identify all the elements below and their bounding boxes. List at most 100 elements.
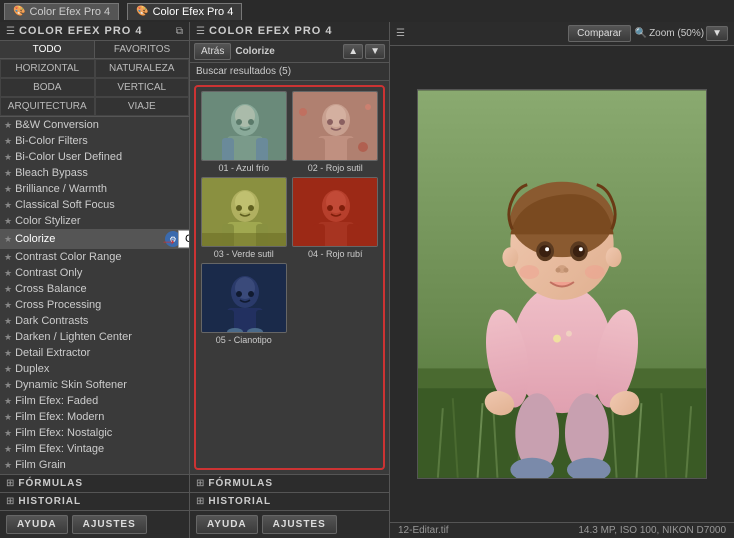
middle-formulas-section[interactable]: ⊞ FÓRMULAS: [190, 474, 389, 492]
left-ayuda-btn[interactable]: AYUDA: [6, 515, 68, 534]
filter-cross-processing-label: Cross Processing: [15, 299, 181, 311]
star-icon: ★: [4, 332, 12, 343]
filter-contrast-color[interactable]: ★ Contrast Color Range: [0, 249, 189, 265]
star-icon: ★: [4, 348, 12, 359]
left-panel: ☰ COLOR EFEX PRO 4 ⧉ TODO FAVORITOS HORI…: [0, 22, 190, 538]
middle-historial-section[interactable]: ⊞ HISTORIAL: [190, 492, 389, 510]
filter-bicolor-user[interactable]: ★ Bi-Color User Defined: [0, 149, 189, 165]
filter-bw-conversion-label: B&W Conversion: [15, 119, 181, 131]
star-icon: ★: [4, 460, 12, 471]
thumb-rojo-sutil[interactable]: 02 - Rojo sutil: [292, 91, 380, 173]
middle-formulas-label: FÓRMULAS: [208, 478, 273, 489]
cat-naturaleza[interactable]: NATURALEZA: [95, 59, 190, 78]
filter-fog[interactable]: ★ Fog: [0, 473, 189, 474]
filter-bw-conversion[interactable]: ★ B&W Conversion: [0, 117, 189, 133]
middle-menu-icon: ☰: [196, 26, 205, 37]
image-footer: 12-Editar.tif 14.3 MP, ISO 100, NIKON D7…: [390, 522, 734, 538]
filter-contrast-only[interactable]: ★ Contrast Only: [0, 265, 189, 281]
filter-classical[interactable]: ★ Classical Soft Focus: [0, 197, 189, 213]
cat-viaje[interactable]: VIAJE: [95, 97, 190, 116]
thumb-img-verde-sutil: [201, 177, 287, 247]
window-tab-1[interactable]: 🎨 Color Efex Pro 4: [4, 3, 119, 20]
window-tab-2-label: Color Efex Pro 4: [153, 6, 234, 18]
filter-bleach-label: Bleach Bypass: [15, 167, 181, 179]
back-button[interactable]: Atrás: [194, 43, 231, 60]
thumb-row-1: 01 - Azul frío: [200, 91, 379, 173]
thumb-img-azul-frio: [201, 91, 287, 161]
compare-button[interactable]: Comparar: [568, 25, 630, 42]
thumb-azul-frio[interactable]: 01 - Azul frío: [200, 91, 288, 173]
filter-dark-contrasts[interactable]: ★ Dark Contrasts: [0, 313, 189, 329]
star-icon: ★: [4, 364, 12, 375]
tab-todo[interactable]: TODO: [0, 41, 95, 58]
star-icon: ★: [4, 396, 12, 407]
filter-bleach[interactable]: ★ Bleach Bypass: [0, 165, 189, 181]
cat-horizontal[interactable]: HORIZONTAL: [0, 59, 95, 78]
star-icon: ★: [4, 216, 12, 227]
cat-boda[interactable]: BODA: [0, 78, 95, 97]
historial-icon-mid: ⊞: [196, 496, 204, 507]
filter-bicolor-filters[interactable]: ★ Bi-Color Filters: [0, 133, 189, 149]
filter-colorize-label: Colorize: [15, 233, 161, 245]
middle-panel-title: COLOR EFEX PRO 4: [209, 25, 333, 37]
tab-favoritos[interactable]: FAVORITOS: [95, 41, 189, 58]
main-image-svg: [417, 89, 707, 479]
filter-film-nostalgic[interactable]: ★ Film Efex: Nostalgic: [0, 425, 189, 441]
left-formulas-section[interactable]: ⊞ FÓRMULAS: [0, 474, 189, 492]
star-icon: ★: [4, 316, 12, 327]
filter-brilliance[interactable]: ★ Brilliance / Warmth: [0, 181, 189, 197]
thumb-svg-2: [293, 92, 378, 161]
star-icon: ★: [4, 252, 12, 263]
left-ajustes-btn[interactable]: AJUSTES: [72, 515, 147, 534]
filter-film-modern[interactable]: ★ Film Efex: Modern: [0, 409, 189, 425]
filter-duplex[interactable]: ★ Duplex: [0, 361, 189, 377]
nav-down-btn[interactable]: ▼: [365, 44, 385, 59]
breadcrumb-colorize: Colorize: [235, 46, 274, 57]
thumb-img-rojo-rubi: [292, 177, 378, 247]
zoom-label: Zoom (50%): [649, 28, 704, 39]
cat-arquitectura[interactable]: ARQUITECTURA: [0, 97, 95, 116]
filter-dynamic-skin[interactable]: ★ Dynamic Skin Softener: [0, 377, 189, 393]
filter-classical-label: Classical Soft Focus: [15, 199, 181, 211]
star-icon: ★: [4, 428, 12, 439]
panel-expand-btn[interactable]: ⧉: [176, 26, 183, 37]
filter-film-grain-label: Film Grain: [15, 459, 181, 471]
star-icon: ★: [4, 284, 12, 295]
left-historial-section[interactable]: ⊞ HISTORIAL: [0, 492, 189, 510]
filter-contrast-color-label: Contrast Color Range: [15, 251, 181, 263]
filter-film-modern-label: Film Efex: Modern: [15, 411, 181, 423]
window-tab-2[interactable]: 🎨 Color Efex Pro 4: [127, 3, 242, 20]
filter-colorize[interactable]: ★ Colorize ⚙ → Colorize: [0, 229, 189, 249]
filter-cross-balance-label: Cross Balance: [15, 283, 181, 295]
filter-detail-extractor-label: Detail Extractor: [15, 347, 181, 359]
filter-duplex-label: Duplex: [15, 363, 181, 375]
nav-up-btn[interactable]: ▲: [343, 44, 363, 59]
left-formulas-label: FÓRMULAS: [18, 478, 83, 489]
filter-film-nostalgic-label: Film Efex: Nostalgic: [15, 427, 181, 439]
star-icon: ★: [4, 200, 12, 211]
filter-color-stylizer[interactable]: ★ Color Stylizer: [0, 213, 189, 229]
star-icon: ★: [4, 380, 12, 391]
star-icon: ★: [4, 412, 12, 423]
cat-vertical[interactable]: VERTICAL: [95, 78, 190, 97]
filter-film-vintage[interactable]: ★ Film Efex: Vintage: [0, 441, 189, 457]
thumb-label-2: 02 - Rojo sutil: [308, 163, 363, 173]
middle-ajustes-btn[interactable]: AJUSTES: [262, 515, 337, 534]
zoom-down-btn[interactable]: ▼: [706, 26, 728, 41]
formulas-icon: ⊞: [6, 478, 14, 489]
filter-cross-balance[interactable]: ★ Cross Balance: [0, 281, 189, 297]
filter-film-faded[interactable]: ★ Film Efex: Faded: [0, 393, 189, 409]
middle-ayuda-btn[interactable]: AYUDA: [196, 515, 258, 534]
filter-cross-processing[interactable]: ★ Cross Processing: [0, 297, 189, 313]
filter-darken-lighten[interactable]: ★ Darken / Lighten Center: [0, 329, 189, 345]
image-area: [390, 46, 734, 522]
middle-panel-header: ☰ COLOR EFEX PRO 4: [190, 22, 389, 41]
filter-film-grain[interactable]: ★ Film Grain: [0, 457, 189, 473]
image-metadata: 14.3 MP, ISO 100, NIKON D7000: [578, 525, 726, 536]
filter-detail-extractor[interactable]: ★ Detail Extractor: [0, 345, 189, 361]
filter-brilliance-label: Brilliance / Warmth: [15, 183, 181, 195]
left-historial-label: HISTORIAL: [18, 496, 81, 507]
thumb-cianotipo[interactable]: 05 - Cianotipo: [200, 263, 288, 345]
thumb-verde-sutil[interactable]: 03 - Verde sutil: [200, 177, 288, 259]
thumb-rojo-rubi[interactable]: 04 - Rojo rubí: [292, 177, 380, 259]
